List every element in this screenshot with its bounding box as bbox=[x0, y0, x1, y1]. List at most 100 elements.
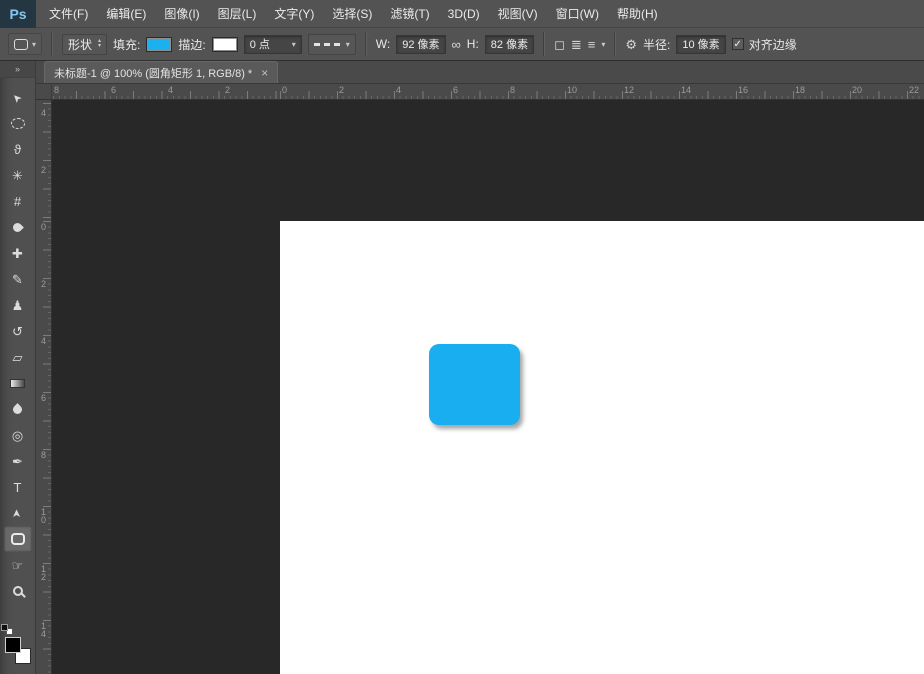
photoshop-logo: Ps bbox=[0, 0, 36, 28]
h-ruler-number: 4 bbox=[168, 85, 173, 95]
menu-bar: Ps 文件(F) 编辑(E) 图像(I) 图层(L) 文字(Y) 选择(S) 滤… bbox=[0, 0, 924, 28]
menu-3d[interactable]: 3D(D) bbox=[439, 0, 489, 28]
menu-image[interactable]: 图像(I) bbox=[155, 0, 208, 28]
toolbox-collapse-button[interactable]: » bbox=[0, 61, 35, 78]
chevron-down-icon: ▾ bbox=[346, 40, 350, 49]
stroke-style-select[interactable]: ▾ bbox=[308, 34, 356, 55]
v-ruler-number: 10 bbox=[39, 508, 48, 524]
magnifier-icon bbox=[13, 586, 23, 596]
h-ruler-number: 8 bbox=[54, 85, 59, 95]
tool-gradient[interactable] bbox=[4, 370, 32, 396]
menu-edit[interactable]: 编辑(E) bbox=[97, 0, 155, 28]
tool-blur[interactable] bbox=[4, 396, 32, 422]
shape-height-field[interactable]: 82 像素 bbox=[485, 35, 534, 54]
document-tab[interactable]: 未标题-1 @ 100% (圆角矩形 1, RGB/8) * × bbox=[44, 61, 278, 83]
menu-help[interactable]: 帮助(H) bbox=[608, 0, 667, 28]
h-ruler-number: 2 bbox=[225, 85, 230, 95]
h-ruler-number: 0 bbox=[282, 85, 287, 95]
tool-mode-select[interactable]: 形状 ▴▾ bbox=[62, 34, 107, 55]
dashed-line-icon bbox=[314, 43, 340, 46]
tool-preset-picker[interactable]: ▾ bbox=[8, 33, 42, 55]
path-alignment-icon[interactable]: ≣ bbox=[571, 38, 582, 51]
tool-clone-stamp[interactable]: ♟ bbox=[4, 292, 32, 318]
spinner-arrows-icon: ▴▾ bbox=[98, 39, 101, 49]
tool-elliptical-marquee[interactable] bbox=[4, 110, 32, 136]
tool-zoom[interactable] bbox=[4, 578, 32, 604]
tool-brush[interactable]: ✎ bbox=[4, 266, 32, 292]
h-ruler-number: 18 bbox=[795, 85, 805, 95]
fill-color-swatch[interactable] bbox=[146, 37, 172, 52]
v-ruler-number: 2 bbox=[39, 166, 48, 174]
chevron-down-icon: ▾ bbox=[32, 40, 36, 49]
h-ruler-number: 12 bbox=[624, 85, 634, 95]
color-swatches bbox=[5, 624, 31, 664]
height-label: H: bbox=[467, 37, 479, 51]
menu-window[interactable]: 窗口(W) bbox=[547, 0, 608, 28]
stroke-label: 描边: bbox=[178, 36, 205, 53]
menu-type[interactable]: 文字(Y) bbox=[265, 0, 323, 28]
path-arrangement-icon[interactable]: ≡ bbox=[588, 38, 596, 51]
tool-spot-healing-brush[interactable]: ✚ bbox=[4, 240, 32, 266]
h-ruler-number: 14 bbox=[681, 85, 691, 95]
eraser-icon: ▱ bbox=[13, 351, 23, 364]
gradient-icon bbox=[10, 379, 25, 388]
chevron-down-icon: ▾ bbox=[292, 40, 296, 49]
crop-icon: # bbox=[14, 195, 21, 208]
separator bbox=[365, 32, 367, 56]
rounded-rectangle-tool-icon bbox=[14, 39, 28, 50]
tool-move[interactable]: ➤ bbox=[4, 84, 32, 110]
h-ruler-number: 22 bbox=[909, 85, 919, 95]
v-ruler-number: 4 bbox=[39, 337, 48, 345]
width-label: W: bbox=[376, 37, 390, 51]
menu-file[interactable]: 文件(F) bbox=[40, 0, 97, 28]
stroke-width-value: 0 点 bbox=[250, 36, 270, 52]
tool-pen[interactable]: ✒ bbox=[4, 448, 32, 474]
toolbox: » ➤ ϑ ✳ # ✚ ✎ ♟ ↺ ▱ ◎ ✒ T ➤ ☞ bbox=[0, 61, 36, 674]
separator bbox=[614, 32, 616, 56]
close-icon[interactable]: × bbox=[261, 66, 268, 80]
menu-layer[interactable]: 图层(L) bbox=[209, 0, 266, 28]
elliptical-marquee-icon bbox=[11, 118, 25, 129]
default-colors-icon[interactable] bbox=[1, 624, 8, 631]
tool-lasso[interactable]: ϑ bbox=[4, 136, 32, 162]
tool-options-bar: ▾ 形状 ▴▾ 填充: 描边: 0 点 ▾ ▾ W: 92 像素 ∞ H: 82… bbox=[0, 28, 924, 61]
h-ruler-number: 8 bbox=[510, 85, 515, 95]
v-ruler-number: 14 bbox=[39, 622, 48, 638]
menu-filter[interactable]: 滤镜(T) bbox=[381, 0, 438, 28]
v-ruler-number: 12 bbox=[39, 565, 48, 581]
eyedropper-icon bbox=[11, 221, 24, 234]
align-edges-checkbox[interactable]: ✓ bbox=[732, 38, 744, 50]
tool-eraser[interactable]: ▱ bbox=[4, 344, 32, 370]
tool-dodge[interactable]: ◎ bbox=[4, 422, 32, 448]
h-ruler-number: 6 bbox=[453, 85, 458, 95]
tool-eyedropper[interactable] bbox=[4, 214, 32, 240]
menu-select[interactable]: 选择(S) bbox=[323, 0, 381, 28]
move-icon: ➤ bbox=[10, 90, 24, 104]
corner-radius-field[interactable]: 10 像素 bbox=[676, 35, 725, 54]
menu-view[interactable]: 视图(V) bbox=[489, 0, 547, 28]
document-canvas[interactable] bbox=[280, 221, 924, 674]
stroke-width-field[interactable]: 0 点 ▾ bbox=[244, 35, 302, 54]
pen-icon: ✒ bbox=[12, 455, 23, 468]
hand-icon: ☞ bbox=[12, 559, 24, 572]
foreground-color-swatch[interactable] bbox=[5, 637, 21, 653]
tool-rounded-rectangle[interactable] bbox=[4, 526, 32, 552]
tool-crop[interactable]: # bbox=[4, 188, 32, 214]
history-brush-icon: ↺ bbox=[12, 325, 23, 338]
horizontal-ruler[interactable]: 8 6 4 2 0 2 4 6 8 10 12 14 16 18 20 22 bbox=[36, 84, 924, 100]
link-dimensions-icon[interactable]: ∞ bbox=[452, 38, 461, 51]
shape-width-field[interactable]: 92 像素 bbox=[396, 35, 445, 54]
vertical-ruler[interactable]: 4 2 0 2 4 6 8 10 12 14 bbox=[36, 100, 52, 674]
path-operations-icon[interactable]: ◻ bbox=[554, 38, 565, 51]
rounded-rectangle-shape[interactable] bbox=[429, 344, 520, 425]
v-ruler-number: 0 bbox=[39, 223, 48, 231]
tool-hand[interactable]: ☞ bbox=[4, 552, 32, 578]
document-tab-title: 未标题-1 @ 100% (圆角矩形 1, RGB/8) * bbox=[54, 65, 252, 81]
tool-history-brush[interactable]: ↺ bbox=[4, 318, 32, 344]
stroke-color-swatch[interactable] bbox=[212, 37, 238, 52]
gear-icon[interactable]: ⚙ bbox=[625, 38, 637, 51]
align-edges-group: ✓ 对齐边缘 bbox=[732, 36, 797, 53]
tool-quick-selection[interactable]: ✳ bbox=[4, 162, 32, 188]
tool-path-selection[interactable]: ➤ bbox=[4, 500, 32, 526]
tool-type[interactable]: T bbox=[4, 474, 32, 500]
